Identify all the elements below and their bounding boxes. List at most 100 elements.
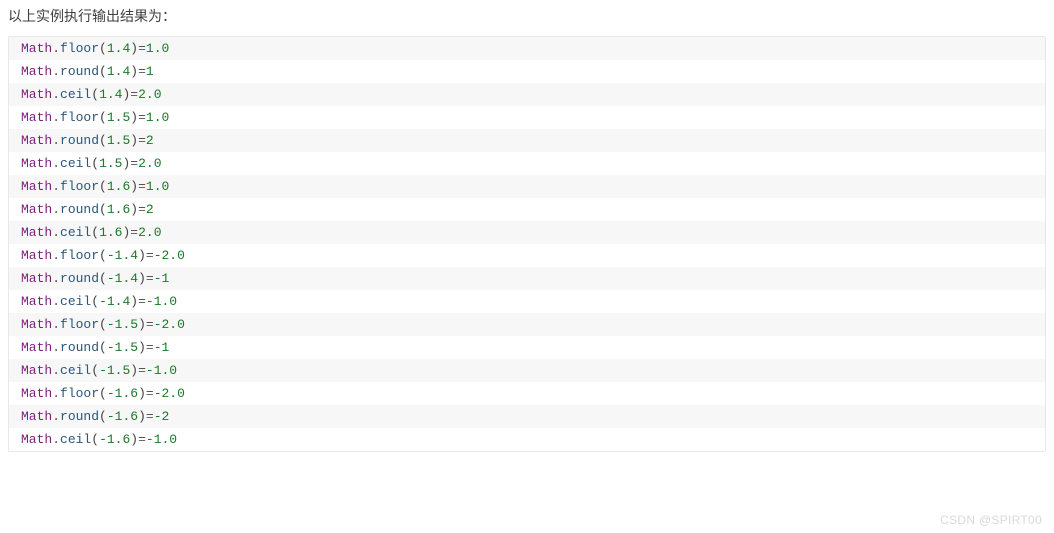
math-object-token: Math: [21, 133, 52, 148]
code-output-line: Math.ceil(1.5)=2.0: [9, 152, 1045, 175]
math-object-token: Math: [21, 271, 52, 286]
function-token: round: [60, 202, 99, 217]
function-token: round: [60, 64, 99, 79]
result-token: 2.0: [138, 225, 161, 240]
result-token: -2.0: [154, 317, 185, 332]
paren-close-token: ): [138, 409, 146, 424]
paren-open-token: (: [91, 225, 99, 240]
paren-open-token: (: [99, 179, 107, 194]
math-object-token: Math: [21, 87, 52, 102]
function-token: ceil: [60, 294, 91, 309]
paren-open-token: (: [99, 386, 107, 401]
math-object-token: Math: [21, 294, 52, 309]
dot-token: .: [52, 225, 60, 240]
result-token: 2: [146, 133, 154, 148]
math-object-token: Math: [21, 110, 52, 125]
math-object-token: Math: [21, 317, 52, 332]
result-token: -1.0: [146, 294, 177, 309]
dot-token: .: [52, 317, 60, 332]
code-output-line: Math.floor(-1.4)=-2.0: [9, 244, 1045, 267]
paren-open-token: (: [91, 294, 99, 309]
result-token: 1.0: [146, 179, 169, 194]
equals-token: =: [146, 409, 154, 424]
function-token: round: [60, 409, 99, 424]
paren-open-token: (: [99, 317, 107, 332]
paren-open-token: (: [99, 409, 107, 424]
dot-token: .: [52, 179, 60, 194]
math-object-token: Math: [21, 432, 52, 447]
paren-close-token: ): [130, 110, 138, 125]
result-token: -1: [154, 271, 170, 286]
argument-token: 1.4: [107, 41, 130, 56]
dot-token: .: [52, 133, 60, 148]
code-output-line: Math.ceil(-1.6)=-1.0: [9, 428, 1045, 451]
paren-close-token: ): [138, 248, 146, 263]
dot-token: .: [52, 110, 60, 125]
argument-token: 1.5: [99, 156, 122, 171]
intro-text: 以上实例执行输出结果为：: [0, 0, 1054, 36]
code-output-line: Math.round(1.5)=2: [9, 129, 1045, 152]
dot-token: .: [52, 64, 60, 79]
math-object-token: Math: [21, 41, 52, 56]
paren-close-token: ): [130, 432, 138, 447]
code-output-line: Math.floor(1.6)=1.0: [9, 175, 1045, 198]
paren-close-token: ): [130, 202, 138, 217]
equals-token: =: [138, 179, 146, 194]
argument-token: -1.6: [107, 409, 138, 424]
paren-close-token: ): [130, 363, 138, 378]
argument-token: 1.6: [99, 225, 122, 240]
function-token: ceil: [60, 432, 91, 447]
equals-token: =: [138, 110, 146, 125]
code-output-line: Math.ceil(1.4)=2.0: [9, 83, 1045, 106]
function-token: ceil: [60, 156, 91, 171]
paren-close-token: ): [138, 317, 146, 332]
function-token: round: [60, 271, 99, 286]
argument-token: 1.4: [99, 87, 122, 102]
function-token: floor: [60, 41, 99, 56]
result-token: 1.0: [146, 41, 169, 56]
paren-open-token: (: [91, 363, 99, 378]
math-object-token: Math: [21, 202, 52, 217]
equals-token: =: [138, 432, 146, 447]
paren-close-token: ): [138, 271, 146, 286]
argument-token: 1.5: [107, 133, 130, 148]
equals-token: =: [130, 87, 138, 102]
result-token: -1.0: [146, 363, 177, 378]
math-object-token: Math: [21, 156, 52, 171]
paren-open-token: (: [91, 156, 99, 171]
function-token: floor: [60, 179, 99, 194]
function-token: ceil: [60, 225, 91, 240]
function-token: ceil: [60, 363, 91, 378]
dot-token: .: [52, 409, 60, 424]
paren-open-token: (: [99, 271, 107, 286]
argument-token: -1.5: [107, 317, 138, 332]
argument-token: -1.6: [99, 432, 130, 447]
dot-token: .: [52, 248, 60, 263]
function-token: round: [60, 133, 99, 148]
code-output-line: Math.ceil(1.6)=2.0: [9, 221, 1045, 244]
code-output-line: Math.floor(1.5)=1.0: [9, 106, 1045, 129]
argument-token: 1.4: [107, 64, 130, 79]
argument-token: 1.5: [107, 110, 130, 125]
argument-token: -1.4: [107, 271, 138, 286]
paren-open-token: (: [99, 202, 107, 217]
argument-token: -1.5: [107, 340, 138, 355]
math-object-token: Math: [21, 179, 52, 194]
dot-token: .: [52, 202, 60, 217]
argument-token: 1.6: [107, 179, 130, 194]
result-token: -1.0: [146, 432, 177, 447]
paren-open-token: (: [91, 432, 99, 447]
dot-token: .: [52, 271, 60, 286]
paren-close-token: ): [138, 340, 146, 355]
result-token: -2.0: [154, 386, 185, 401]
result-token: -2: [154, 409, 170, 424]
code-output-line: Math.round(-1.6)=-2: [9, 405, 1045, 428]
function-token: round: [60, 340, 99, 355]
paren-open-token: (: [99, 41, 107, 56]
function-token: ceil: [60, 87, 91, 102]
dot-token: .: [52, 87, 60, 102]
argument-token: -1.5: [99, 363, 130, 378]
equals-token: =: [146, 271, 154, 286]
dot-token: .: [52, 156, 60, 171]
function-token: floor: [60, 317, 99, 332]
